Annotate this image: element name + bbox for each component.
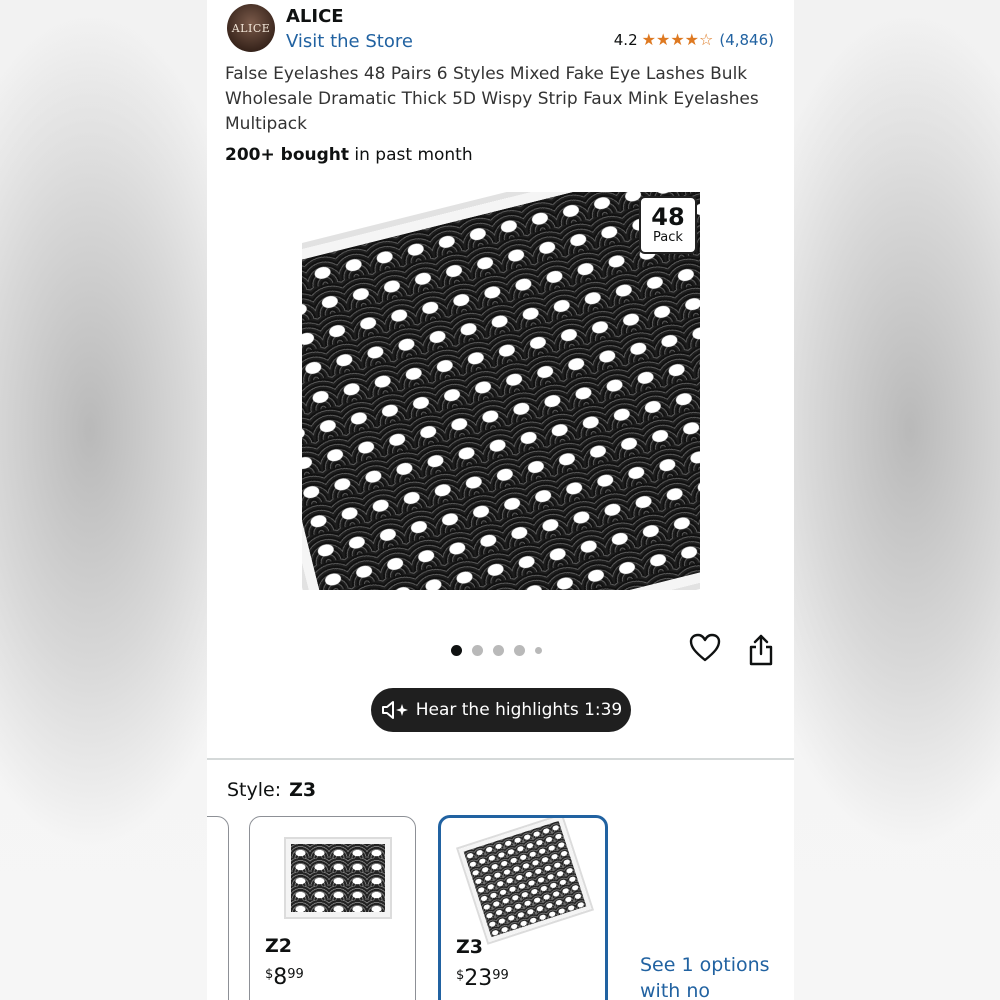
product-page: ALICE ALICE Visit the Store 4.2 ★★★★☆ (4…: [207, 0, 794, 1000]
style-label: Style:: [227, 779, 282, 801]
purchase-count-bold: 200+ bought: [225, 145, 349, 165]
price-symbol: $: [456, 968, 465, 983]
wishlist-button[interactable]: [689, 632, 721, 664]
style-thumbnail: [286, 839, 390, 917]
seller-avatar-text: ALICE: [231, 21, 271, 35]
pagination-dot[interactable]: [451, 644, 462, 656]
style-selector-label: Style: Z3: [227, 779, 316, 801]
style-thumbnail: [458, 818, 592, 943]
style-option-z2[interactable]: Z2 $899: [249, 816, 416, 1000]
rating-summary[interactable]: 4.2 ★★★★☆ (4,846): [614, 30, 774, 49]
pagination-dot[interactable]: [493, 644, 504, 656]
pack-badge: 48 Pack: [639, 196, 697, 254]
purchase-count: 200+ bought in past month: [225, 145, 473, 165]
review-count-link[interactable]: (4,846): [719, 31, 774, 49]
style-option-price: $899: [265, 965, 304, 990]
seller-avatar[interactable]: ALICE: [227, 4, 275, 52]
heart-icon: [689, 633, 721, 662]
price-cents: 99: [492, 968, 509, 983]
speaker-sparkle-icon: [380, 700, 410, 720]
seller-name[interactable]: ALICE: [286, 6, 344, 27]
pagination-dot[interactable]: [472, 644, 483, 656]
price-whole: 23: [464, 966, 493, 991]
price-symbol: $: [265, 967, 274, 982]
share-icon: [749, 634, 773, 666]
hear-highlights-button[interactable]: Hear the highlights 1:39: [371, 688, 631, 732]
price-cents: 99: [287, 967, 304, 982]
pack-number: 48: [651, 203, 685, 231]
style-selected-value: Z3: [289, 779, 317, 801]
purchase-count-rest: in past month: [349, 145, 473, 165]
section-divider: [207, 758, 794, 760]
style-option-z3[interactable]: Z3 $2399: [438, 815, 608, 1000]
price-whole: 8: [273, 965, 288, 990]
hear-highlights-label: Hear the highlights 1:39: [415, 700, 623, 720]
style-option-price: $2399: [456, 966, 509, 991]
style-option-previous[interactable]: [207, 816, 229, 1000]
style-option-name: Z2: [265, 935, 292, 957]
share-button[interactable]: [746, 633, 776, 667]
pagination-dot[interactable]: [535, 646, 542, 654]
pack-word: Pack: [653, 230, 683, 245]
pagination-dot[interactable]: [514, 644, 525, 656]
rating-value: 4.2: [613, 30, 638, 49]
image-pagination: [451, 644, 542, 656]
see-options-link[interactable]: See 1 options with no: [640, 952, 780, 1000]
style-option-name: Z3: [456, 936, 483, 958]
visit-store-link[interactable]: Visit the Store: [286, 31, 413, 52]
star-rating-icon: ★★★★☆: [641, 30, 714, 49]
product-title: False Eyelashes 48 Pairs 6 Styles Mixed …: [225, 64, 759, 134]
